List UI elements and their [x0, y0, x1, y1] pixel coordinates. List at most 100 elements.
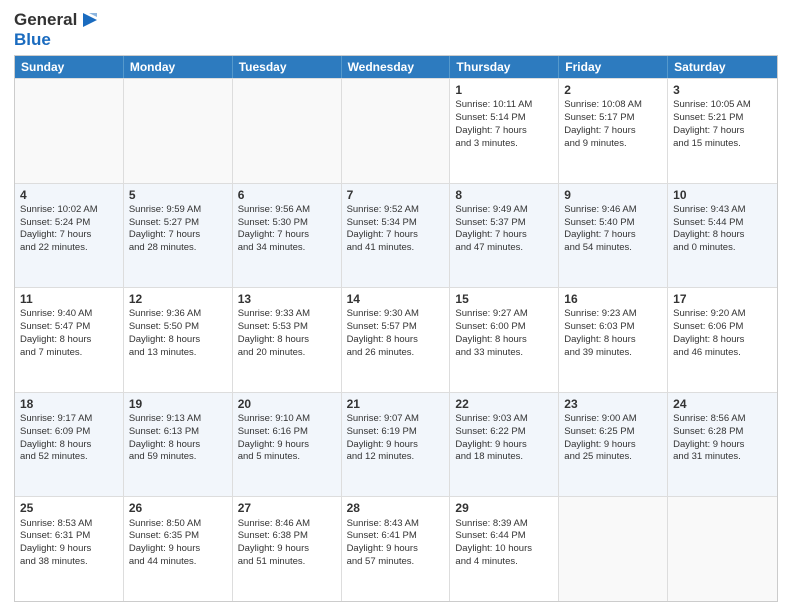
calendar-cell-r1-c6: 2Sunrise: 10:08 AM Sunset: 5:17 PM Dayli…: [559, 79, 668, 183]
calendar-cell-r1-c5: 1Sunrise: 10:11 AM Sunset: 5:14 PM Dayli…: [450, 79, 559, 183]
logo-general: General: [14, 10, 77, 30]
day-info-16: Sunrise: 9:23 AM Sunset: 6:03 PM Dayligh…: [564, 308, 636, 357]
calendar-cell-r5-c7: [668, 497, 777, 601]
calendar-cell-r5-c5: 29Sunrise: 8:39 AM Sunset: 6:44 PM Dayli…: [450, 497, 559, 601]
day-info-15: Sunrise: 9:27 AM Sunset: 6:00 PM Dayligh…: [455, 308, 527, 357]
day-number-11: 11: [20, 291, 118, 307]
calendar-row-4: 18Sunrise: 9:17 AM Sunset: 6:09 PM Dayli…: [15, 392, 777, 497]
calendar-row-5: 25 Sunrise: 8:53 AM Sunset: 6:31 PM Dayli…: [15, 496, 777, 601]
day-number-1: 1: [455, 82, 553, 98]
day-info-14: Sunrise: 9:30 AM Sunset: 5:57 PM Dayligh…: [347, 308, 419, 357]
header-day-saturday: Saturday: [668, 56, 777, 78]
calendar-cell-r4-c5: 22Sunrise: 9:03 AM Sunset: 6:22 PM Dayli…: [450, 393, 559, 497]
header-day-wednesday: Wednesday: [342, 56, 451, 78]
day-number-6: 6: [238, 187, 336, 203]
day-number-16: 16: [564, 291, 662, 307]
day-info-17: Sunrise: 9:20 AM Sunset: 6:06 PM Dayligh…: [673, 308, 745, 357]
calendar-cell-r4-c3: 20Sunrise: 9:10 AM Sunset: 6:16 PM Dayli…: [233, 393, 342, 497]
calendar-cell-r5-c1: 25 Sunrise: 8:53 AM Sunset: 6:31 PM Dayli…: [15, 497, 124, 601]
day-info-3: Sunrise: 10:05 AM Sunset: 5:21 PM Daylig…: [673, 99, 751, 148]
day-info-23: Sunrise: 9:00 AM Sunset: 6:25 PM Dayligh…: [564, 413, 636, 462]
day-info-5: Sunrise: 9:59 AM Sunset: 5:27 PM Dayligh…: [129, 204, 201, 253]
header-day-monday: Monday: [124, 56, 233, 78]
header: General Blue: [14, 10, 778, 49]
day-number-23: 23: [564, 396, 662, 412]
day-info-2: Sunrise: 10:08 AM Sunset: 5:17 PM Daylig…: [564, 99, 642, 148]
calendar-cell-r2-c7: 10Sunrise: 9:43 AM Sunset: 5:44 PM Dayli…: [668, 184, 777, 288]
day-number-3: 3: [673, 82, 772, 98]
day-info-1: Sunrise: 10:11 AM Sunset: 5:14 PM Daylig…: [455, 99, 532, 148]
day-number-24: 24: [673, 396, 772, 412]
logo: General Blue: [14, 10, 97, 49]
calendar-cell-r3-c3: 13Sunrise: 9:33 AM Sunset: 5:53 PM Dayli…: [233, 288, 342, 392]
calendar-cell-r5-c6: [559, 497, 668, 601]
day-info-8: Sunrise: 9:49 AM Sunset: 5:37 PM Dayligh…: [455, 204, 527, 253]
calendar-cell-r2-c4: 7Sunrise: 9:52 AM Sunset: 5:34 PM Daylig…: [342, 184, 451, 288]
day-number-8: 8: [455, 187, 553, 203]
day-info-29: Sunrise: 8:39 AM Sunset: 6:44 PM Dayligh…: [455, 518, 532, 567]
day-info-7: Sunrise: 9:52 AM Sunset: 5:34 PM Dayligh…: [347, 204, 419, 253]
calendar-row-1: 1Sunrise: 10:11 AM Sunset: 5:14 PM Dayli…: [15, 78, 777, 183]
day-number-4: 4: [20, 187, 118, 203]
header-day-friday: Friday: [559, 56, 668, 78]
calendar-cell-r4-c6: 23Sunrise: 9:00 AM Sunset: 6:25 PM Dayli…: [559, 393, 668, 497]
day-info-18: Sunrise: 9:17 AM Sunset: 6:09 PM Dayligh…: [20, 413, 92, 462]
day-info-21: Sunrise: 9:07 AM Sunset: 6:19 PM Dayligh…: [347, 413, 419, 462]
calendar-cell-r2-c5: 8Sunrise: 9:49 AM Sunset: 5:37 PM Daylig…: [450, 184, 559, 288]
day-info-24: Sunrise: 8:56 AM Sunset: 6:28 PM Dayligh…: [673, 413, 745, 462]
calendar-cell-r4-c7: 24Sunrise: 8:56 AM Sunset: 6:28 PM Dayli…: [668, 393, 777, 497]
day-number-20: 20: [238, 396, 336, 412]
day-info-11: Sunrise: 9:40 AM Sunset: 5:47 PM Dayligh…: [20, 308, 92, 357]
day-info-27: Sunrise: 8:46 AM Sunset: 6:38 PM Dayligh…: [238, 518, 310, 567]
day-info-10: Sunrise: 9:43 AM Sunset: 5:44 PM Dayligh…: [673, 204, 745, 253]
day-info-19: Sunrise: 9:13 AM Sunset: 6:13 PM Dayligh…: [129, 413, 201, 462]
header-day-sunday: Sunday: [15, 56, 124, 78]
day-number-22: 22: [455, 396, 553, 412]
calendar-cell-r3-c1: 11Sunrise: 9:40 AM Sunset: 5:47 PM Dayli…: [15, 288, 124, 392]
calendar-cell-r5-c4: 28 Sunrise: 8:43 AM Sunset: 6:41 PM Dayli…: [342, 497, 451, 601]
header-day-tuesday: Tuesday: [233, 56, 342, 78]
calendar: SundayMondayTuesdayWednesdayThursdayFrid…: [14, 55, 778, 602]
calendar-cell-r2-c1: 4Sunrise: 10:02 AM Sunset: 5:24 PM Dayli…: [15, 184, 124, 288]
calendar-cell-r1-c7: 3Sunrise: 10:05 AM Sunset: 5:21 PM Dayli…: [668, 79, 777, 183]
day-info-9: Sunrise: 9:46 AM Sunset: 5:40 PM Dayligh…: [564, 204, 636, 253]
day-number-13: 13: [238, 291, 336, 307]
day-number-28: 28: [347, 500, 445, 516]
calendar-body: 1Sunrise: 10:11 AM Sunset: 5:14 PM Dayli…: [15, 78, 777, 601]
logo-blue: Blue: [14, 30, 97, 50]
day-info-12: Sunrise: 9:36 AM Sunset: 5:50 PM Dayligh…: [129, 308, 201, 357]
day-info-6: Sunrise: 9:56 AM Sunset: 5:30 PM Dayligh…: [238, 204, 310, 253]
calendar-cell-r3-c6: 16Sunrise: 9:23 AM Sunset: 6:03 PM Dayli…: [559, 288, 668, 392]
header-day-thursday: Thursday: [450, 56, 559, 78]
day-number-18: 18: [20, 396, 118, 412]
calendar-cell-r3-c2: 12Sunrise: 9:36 AM Sunset: 5:50 PM Dayli…: [124, 288, 233, 392]
day-number-14: 14: [347, 291, 445, 307]
day-number-27: 27: [238, 500, 336, 516]
day-number-10: 10: [673, 187, 772, 203]
day-number-25: 25: [20, 500, 118, 516]
calendar-cell-r1-c3: [233, 79, 342, 183]
page: General Blue SundayMondayTuesdayWednesda…: [0, 0, 792, 612]
calendar-header-row: SundayMondayTuesdayWednesdayThursdayFrid…: [15, 56, 777, 78]
day-number-15: 15: [455, 291, 553, 307]
day-info-25: Sunrise: 8:53 AM Sunset: 6:31 PM Dayligh…: [20, 518, 92, 567]
day-number-17: 17: [673, 291, 772, 307]
calendar-cell-r3-c7: 17Sunrise: 9:20 AM Sunset: 6:06 PM Dayli…: [668, 288, 777, 392]
day-info-28: Sunrise: 8:43 AM Sunset: 6:41 PM Dayligh…: [347, 518, 419, 567]
day-info-20: Sunrise: 9:10 AM Sunset: 6:16 PM Dayligh…: [238, 413, 310, 462]
calendar-cell-r1-c4: [342, 79, 451, 183]
day-number-21: 21: [347, 396, 445, 412]
day-info-22: Sunrise: 9:03 AM Sunset: 6:22 PM Dayligh…: [455, 413, 527, 462]
calendar-cell-r3-c5: 15Sunrise: 9:27 AM Sunset: 6:00 PM Dayli…: [450, 288, 559, 392]
calendar-cell-r2-c2: 5Sunrise: 9:59 AM Sunset: 5:27 PM Daylig…: [124, 184, 233, 288]
day-number-19: 19: [129, 396, 227, 412]
day-number-7: 7: [347, 187, 445, 203]
day-number-12: 12: [129, 291, 227, 307]
day-number-26: 26: [129, 500, 227, 516]
day-number-2: 2: [564, 82, 662, 98]
logo-arrow-icon: [79, 11, 97, 29]
calendar-cell-r2-c6: 9Sunrise: 9:46 AM Sunset: 5:40 PM Daylig…: [559, 184, 668, 288]
day-info-4: Sunrise: 10:02 AM Sunset: 5:24 PM Daylig…: [20, 204, 98, 253]
calendar-cell-r5-c2: 26Sunrise: 8:50 AM Sunset: 6:35 PM Dayli…: [124, 497, 233, 601]
calendar-cell-r4-c4: 21Sunrise: 9:07 AM Sunset: 6:19 PM Dayli…: [342, 393, 451, 497]
